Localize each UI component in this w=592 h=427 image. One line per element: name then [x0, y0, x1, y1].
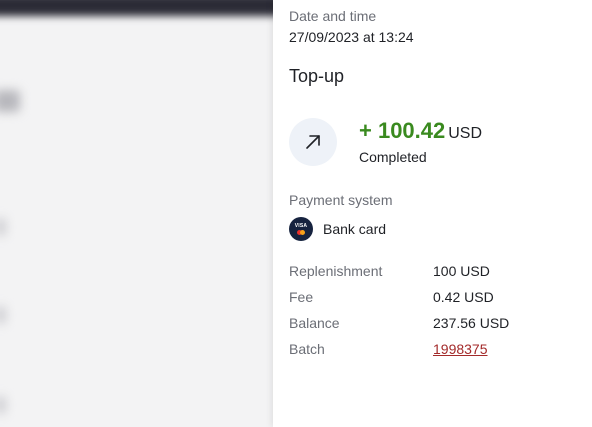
- detail-row-balance: Balance 237.56 USD: [289, 310, 509, 336]
- background-blur: [0, 396, 6, 414]
- amount: + 100.42 USD: [359, 118, 482, 144]
- bank-card-icon: VISA: [289, 217, 313, 241]
- detail-value: 0.42 USD: [433, 289, 494, 305]
- background-blur: [0, 218, 6, 236]
- detail-key: Fee: [289, 289, 314, 305]
- status-text: Completed: [359, 149, 427, 165]
- payment-system-name: Bank card: [323, 221, 387, 237]
- detail-row-fee: Fee 0.42 USD: [289, 284, 509, 310]
- detail-value: 237.56 USD: [433, 315, 510, 331]
- transaction-title: Top-up: [289, 66, 345, 86]
- amount-currency: USD: [448, 125, 483, 142]
- payment-system-row: VISA Bank card: [289, 217, 386, 241]
- datetime-value: 27/09/2023 at 13:24: [289, 29, 414, 45]
- detail-value: 100 USD: [433, 263, 490, 279]
- datetime-label: Date and time: [289, 8, 377, 24]
- detail-key: Replenishment: [289, 263, 383, 279]
- amount-value: + 100.42: [359, 118, 446, 143]
- screen: Date and time 27/09/2023 at 13:24 Top-up…: [0, 0, 592, 427]
- detail-key: Balance: [289, 315, 340, 331]
- background-blur: [0, 306, 6, 324]
- batch-link[interactable]: 1998375: [433, 341, 488, 357]
- detail-key: Batch: [289, 341, 325, 357]
- payment-system-label: Payment system: [289, 192, 393, 208]
- detail-row-replenishment: Replenishment 100 USD: [289, 258, 509, 284]
- blurred-background-page: [0, 0, 274, 427]
- background-header: [0, 0, 274, 16]
- background-blur: [0, 90, 20, 112]
- detail-row-batch: Batch 1998375: [289, 336, 509, 362]
- transaction-details-panel: Date and time 27/09/2023 at 13:24 Top-up…: [273, 0, 592, 427]
- arrow-up-right-icon: [289, 118, 337, 166]
- details-list: Replenishment 100 USD Fee 0.42 USD Balan…: [289, 258, 509, 362]
